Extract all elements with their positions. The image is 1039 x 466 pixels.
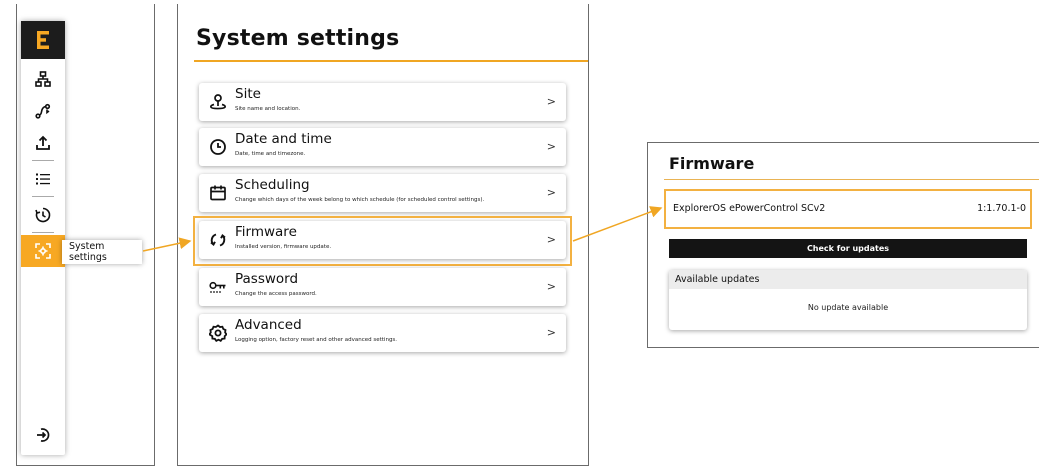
firmware-to-detail-arrow (572, 206, 663, 242)
tooltip-to-firmware-arrow (142, 237, 192, 252)
annotation-arrows (142, 206, 663, 252)
